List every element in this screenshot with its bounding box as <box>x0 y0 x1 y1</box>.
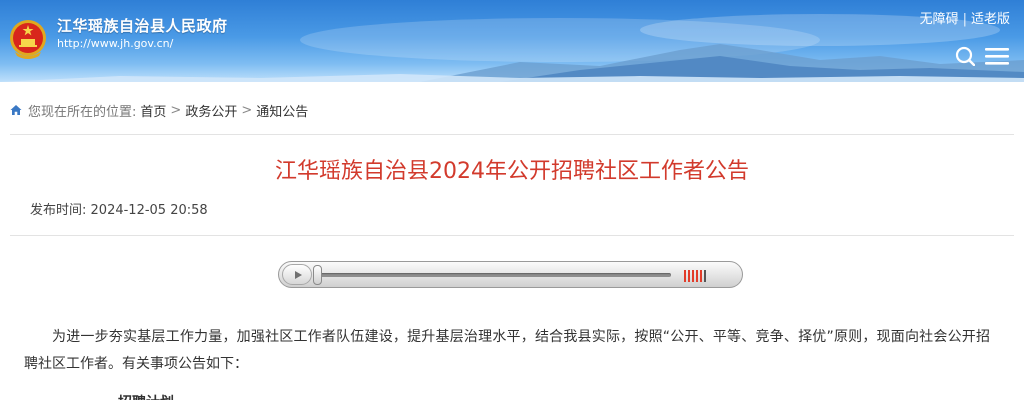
section-heading: 一、招聘计划 <box>90 392 174 400</box>
site-title[interactable]: 江华瑶族自治县人民政府 <box>57 15 228 36</box>
play-button[interactable] <box>282 264 312 285</box>
publish-time: 2024-12-05 20:58 <box>90 203 208 218</box>
volume-bar <box>700 270 702 282</box>
divider <box>10 235 1014 236</box>
search-icon[interactable] <box>955 46 975 66</box>
seek-thumb[interactable] <box>313 265 322 285</box>
breadcrumb-home[interactable]: 首页 <box>140 101 166 120</box>
divider <box>10 134 1014 135</box>
elder-mode-link[interactable]: 适老版 <box>971 12 1010 27</box>
link-separator: | <box>962 12 967 27</box>
menu-icon[interactable] <box>985 46 1009 66</box>
breadcrumb: 您现在所在的位置: 首页 > 政务公开 > 通知公告 <box>10 100 308 120</box>
volume-bar <box>688 270 690 282</box>
volume-bar <box>696 270 698 282</box>
breadcrumb-gov-affairs[interactable]: 政务公开 <box>185 101 237 120</box>
volume-bar <box>692 270 694 282</box>
accessibility-link[interactable]: 无障碍 <box>920 12 959 27</box>
national-emblem-icon <box>10 20 46 59</box>
site-header: 江华瑶族自治县人民政府 http://www.jh.gov.cn/ 无障碍 | 适老… <box>0 0 1024 82</box>
volume-control[interactable] <box>684 268 706 282</box>
site-url: http://www.jh.gov.cn/ <box>57 37 174 50</box>
home-icon <box>10 105 22 115</box>
volume-bar <box>684 270 686 282</box>
top-links: 无障碍 | 适老版 <box>920 8 1010 27</box>
volume-bar <box>704 270 706 282</box>
seek-track[interactable] <box>319 273 671 277</box>
article-title: 江华瑶族自治县2024年公开招聘社区工作者公告 <box>275 159 749 184</box>
breadcrumb-notices[interactable]: 通知公告 <box>256 101 308 120</box>
article-paragraph: 为进一步夯实基层工作力量，加强社区工作者队伍建设，提升基层治理水平，结合我县实际… <box>24 329 990 372</box>
breadcrumb-prefix: 您现在所在的位置: <box>28 104 137 120</box>
breadcrumb-arrow: > <box>170 102 182 118</box>
publish-label: 发布时间: <box>30 203 87 218</box>
breadcrumb-arrow: > <box>241 102 253 118</box>
publish-info: 发布时间: 2024-12-05 20:58 <box>30 199 208 218</box>
audio-player <box>278 261 743 288</box>
